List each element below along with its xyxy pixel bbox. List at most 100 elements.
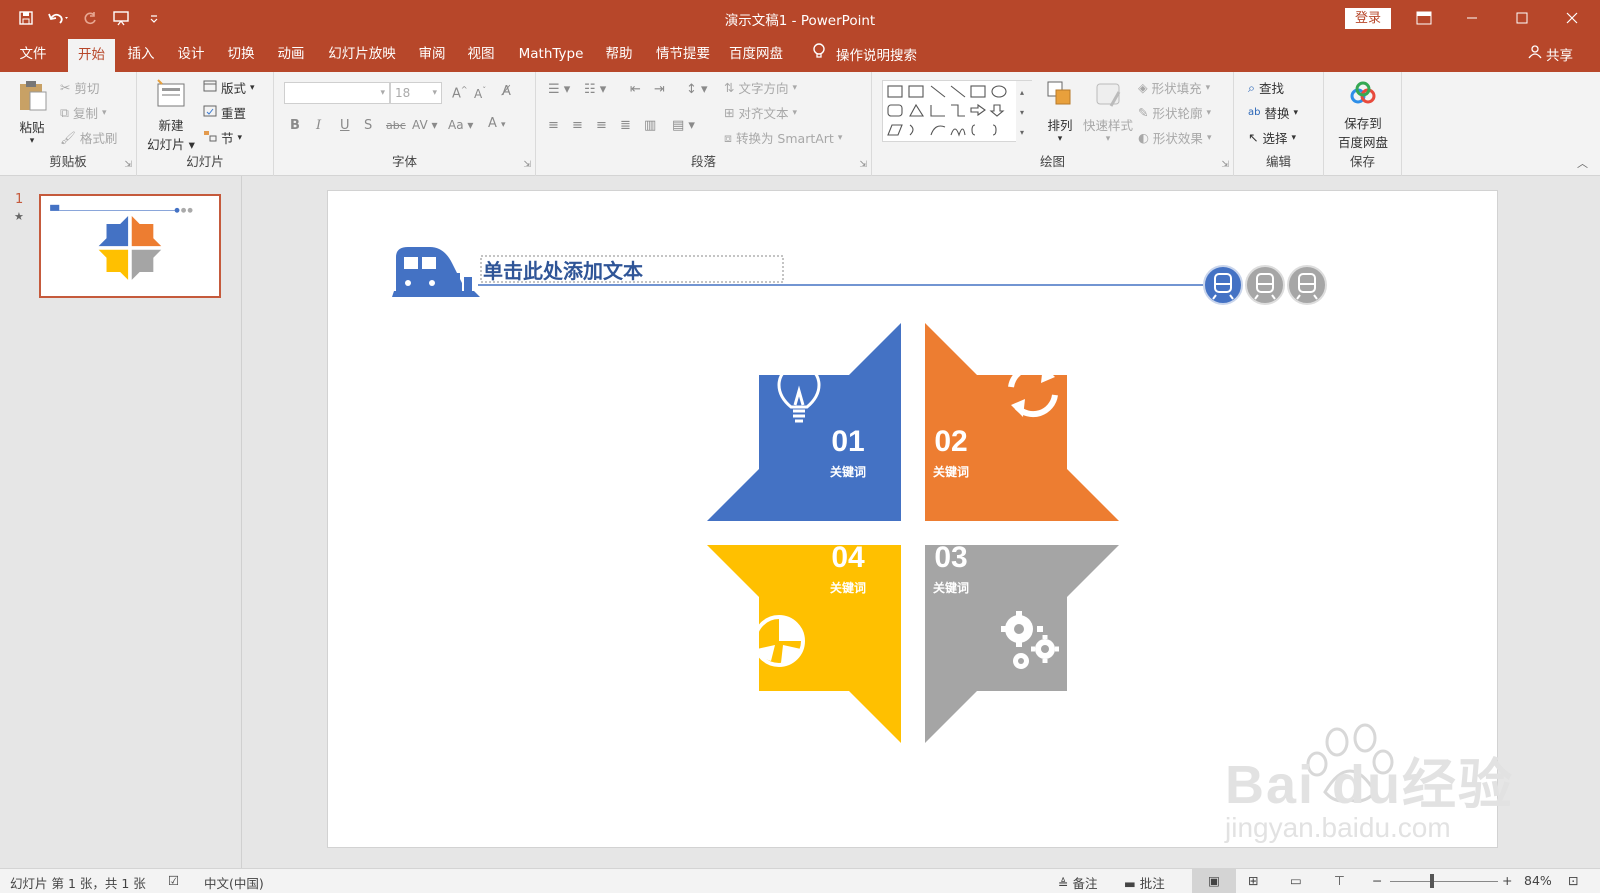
reset-button[interactable]: 重置 <box>203 103 246 122</box>
font-name-combobox[interactable]: ▾ <box>284 82 390 104</box>
reading-view-icon[interactable]: ▭ <box>1290 873 1302 888</box>
align-center-icon[interactable]: ≡ <box>572 118 583 133</box>
change-case-icon[interactable]: Aa ▾ <box>448 118 473 132</box>
login-button[interactable]: 登录 <box>1345 8 1391 29</box>
tab-review[interactable]: 审阅 <box>410 36 454 72</box>
bold-icon[interactable]: B <box>290 118 300 133</box>
shape-outline-button[interactable]: ✎ 形状轮廓 ▾ <box>1138 103 1211 122</box>
text-shadow-icon[interactable]: S <box>364 118 372 133</box>
tab-design[interactable]: 设计 <box>168 36 214 72</box>
close-icon[interactable] <box>1548 0 1596 36</box>
copy-icon: ⧉ <box>60 104 69 120</box>
text-direction-button[interactable]: ⇅ 文字方向 ▾ <box>724 78 797 97</box>
zoom-in-icon[interactable]: + <box>1502 873 1512 888</box>
normal-view-icon[interactable]: ▣ <box>1192 869 1236 893</box>
cut-button[interactable]: ✂ 剪切 <box>60 78 100 97</box>
decrease-font-icon[interactable]: Aˇ <box>474 86 486 101</box>
layout-button[interactable]: 版式 ▾ <box>203 78 255 97</box>
quadrant-02-number: 02 <box>934 425 968 458</box>
shapes-gallery[interactable]: ▴ ▾ ▾ <box>882 80 1033 143</box>
slide-thumbnail[interactable] <box>39 194 221 298</box>
minimize-icon[interactable] <box>1448 0 1496 36</box>
maximize-icon[interactable] <box>1498 0 1546 36</box>
italic-icon[interactable]: I <box>316 118 321 133</box>
dialog-launcher-icon[interactable]: ⇲ <box>124 160 132 170</box>
title-placeholder[interactable]: 单击此处添加文本 <box>483 255 643 284</box>
columns-icon[interactable]: ▤ ▾ <box>672 118 695 133</box>
find-button[interactable]: ⌕ 查找 <box>1248 78 1284 97</box>
bullets-icon[interactable]: ☰ ▾ <box>548 82 570 97</box>
increase-indent-icon[interactable]: ⇥ <box>654 82 665 97</box>
increase-font-icon[interactable]: A^ <box>452 85 468 101</box>
tab-file[interactable]: 文件 <box>10 36 56 72</box>
replace-button[interactable]: ab 替换 ▾ <box>1248 103 1298 122</box>
align-left-icon[interactable]: ≡ <box>548 118 559 133</box>
quadrant-04-label: 关键词 <box>829 581 866 595</box>
underline-icon[interactable]: U <box>340 118 350 133</box>
decrease-indent-icon[interactable]: ⇤ <box>630 82 641 97</box>
tab-home[interactable]: 开始 <box>68 39 115 72</box>
tab-transitions[interactable]: 切换 <box>218 36 264 72</box>
slideshow-view-icon[interactable]: ⊤ <box>1334 873 1345 888</box>
share-button[interactable]: 共享 <box>1528 36 1573 72</box>
paste-button[interactable]: 粘贴 ▾ <box>12 78 52 146</box>
tab-view[interactable]: 视图 <box>458 36 504 72</box>
slide-sorter-icon[interactable]: ⊞ <box>1248 873 1258 888</box>
fit-slide-icon[interactable]: ⊡ <box>1568 873 1578 888</box>
font-size-combobox[interactable]: 18 ▾ <box>390 82 442 104</box>
share-label: 共享 <box>1546 48 1573 64</box>
accessibility-icon[interactable]: ☑ <box>168 873 179 888</box>
zoom-level[interactable]: 84% <box>1524 873 1552 888</box>
tab-animations[interactable]: 动画 <box>268 36 314 72</box>
quick-styles-icon <box>1096 83 1121 107</box>
zoom-out-icon[interactable]: − <box>1372 873 1382 888</box>
numbering-icon[interactable]: ☷ ▾ <box>584 82 606 97</box>
strikethrough-icon[interactable]: abc <box>386 119 406 132</box>
section-icon <box>203 130 217 145</box>
tell-me-search[interactable]: 操作说明搜索 <box>812 36 917 72</box>
paste-icon <box>20 81 47 111</box>
quadrant-01-label: 关键词 <box>829 465 866 479</box>
font-color-icon[interactable]: A ▾ <box>488 116 506 131</box>
language-indicator[interactable]: 中文(中国) <box>204 873 264 892</box>
format-painter-button[interactable]: 🖌 格式刷 <box>60 128 117 147</box>
new-slide-button[interactable]: 新建 幻灯片 ▾ <box>143 78 199 153</box>
character-spacing-icon[interactable]: AV ▾ <box>412 118 438 132</box>
quick-styles-button[interactable]: 快速样式 ▾ <box>1078 78 1138 144</box>
zoom-slider-thumb[interactable] <box>1430 874 1434 888</box>
shape-fill-button[interactable]: ◈ 形状填充 ▾ <box>1138 78 1210 97</box>
comments-button[interactable]: ▬ 批注 <box>1124 873 1165 892</box>
tab-storyboard[interactable]: 情节提要 <box>652 36 714 72</box>
shape-effects-button[interactable]: ◐ 形状效果 ▾ <box>1138 128 1211 147</box>
slide-counter: 幻灯片 第 1 张，共 1 张 <box>10 876 146 891</box>
tab-slideshow[interactable]: 幻灯片放映 <box>322 36 402 72</box>
convert-smartart-button[interactable]: ⧈ 转换为 SmartArt ▾ <box>724 128 842 147</box>
save-to-netdisk-button[interactable]: 保存到 百度网盘 <box>1330 80 1396 151</box>
collapse-ribbon-icon[interactable]: ︿ <box>1577 155 1588 171</box>
section-button[interactable]: 节 ▾ <box>203 128 242 147</box>
arrange-button[interactable]: 排列 ▾ <box>1040 78 1080 144</box>
align-text-button[interactable]: ⊞ 对齐文本 ▾ <box>724 103 797 122</box>
line-spacing-icon[interactable]: ↕ ▾ <box>686 82 708 97</box>
justify-icon[interactable]: ≣ <box>620 118 631 133</box>
tab-help[interactable]: 帮助 <box>596 36 642 72</box>
quadrant-01-shape[interactable] <box>707 323 901 521</box>
notes-button[interactable]: ≜ 备注 <box>1058 873 1097 892</box>
tab-mathtype[interactable]: MathType <box>512 36 590 72</box>
align-right-icon[interactable]: ≡ <box>596 118 607 133</box>
select-button[interactable]: ↖ 选择 ▾ <box>1248 128 1296 147</box>
zoom-slider[interactable] <box>1390 881 1498 882</box>
drawing-dialog-launcher-icon[interactable]: ⇲ <box>1221 160 1229 170</box>
slides-group: 新建 幻灯片 ▾ 版式 ▾ 重置 节 ▾ 幻灯片 <box>137 72 274 176</box>
tab-insert[interactable]: 插入 <box>118 36 164 72</box>
copy-button[interactable]: ⧉ 复制 ▾ <box>60 103 106 122</box>
scissors-icon: ✂ <box>60 80 71 95</box>
ribbon-display-options-icon[interactable] <box>1400 0 1448 36</box>
tab-baidu-netdisk[interactable]: 百度网盘 <box>724 36 788 72</box>
paragraph-dialog-launcher-icon[interactable]: ⇲ <box>859 160 867 170</box>
distributed-icon[interactable]: ▥ <box>644 118 656 133</box>
clear-formatting-icon[interactable]: A̸ <box>502 84 511 99</box>
font-dialog-launcher-icon[interactable]: ⇲ <box>523 160 531 170</box>
train-icon <box>392 247 480 297</box>
quadrant-02-shape[interactable] <box>925 323 1119 521</box>
